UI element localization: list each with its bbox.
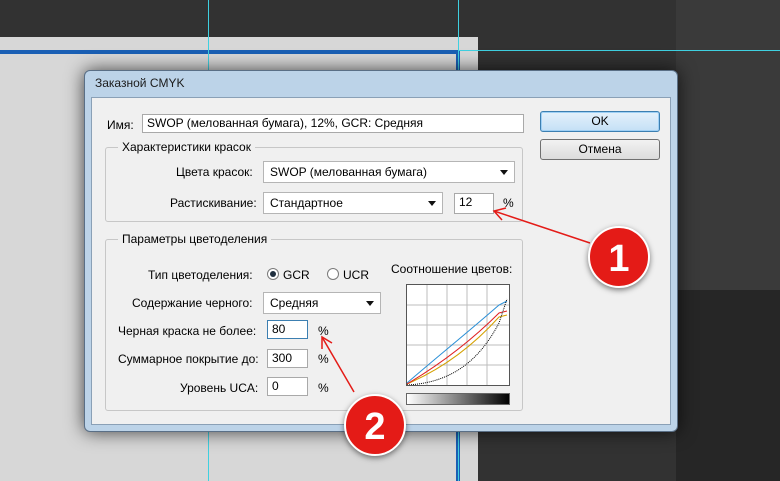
annotation-badge-1: 1: [588, 226, 650, 288]
arrow-2-line: [321, 336, 355, 393]
annotation-badge-2: 2: [344, 394, 406, 456]
arrow-1-line: [493, 210, 591, 244]
